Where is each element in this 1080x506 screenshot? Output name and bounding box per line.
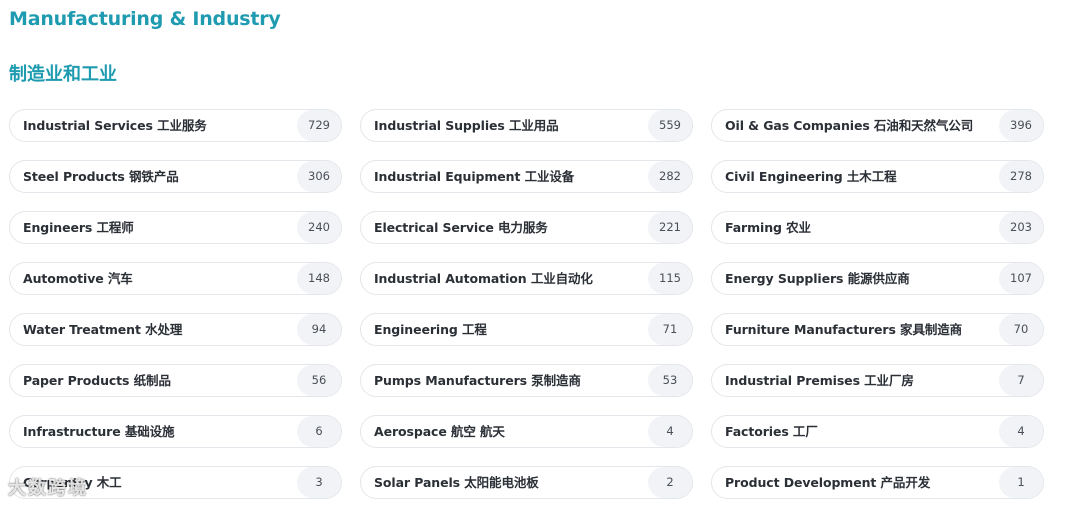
category-pill[interactable]: Furniture Manufacturers 家具制造商 70 [711, 313, 1044, 346]
category-count-badge: 6 [297, 416, 341, 447]
category-label: Engineering 工程 [374, 322, 487, 337]
category-pill[interactable]: Pumps Manufacturers 泵制造商 53 [360, 364, 693, 397]
category-label: Paper Products 纸制品 [23, 373, 171, 388]
category-count-badge: 4 [648, 416, 692, 447]
section-title-chinese: 制造业和工业 [9, 64, 117, 85]
category-label: Product Development 产品开发 [725, 475, 931, 490]
category-pill[interactable]: Engineering 工程 71 [360, 313, 693, 346]
category-count-badge: 240 [297, 212, 341, 243]
category-count-badge: 2 [648, 467, 692, 498]
category-count-badge: 278 [999, 161, 1043, 192]
category-count-badge: 71 [648, 314, 692, 345]
category-pill[interactable]: Factories 工厂 4 [711, 415, 1044, 448]
category-count-badge: 7 [999, 365, 1043, 396]
category-count-badge: 4 [999, 416, 1043, 447]
category-label: Solar Panels 太阳能电池板 [374, 475, 539, 490]
category-count-badge: 306 [297, 161, 341, 192]
category-count-badge: 56 [297, 365, 341, 396]
category-pill[interactable]: Energy Suppliers 能源供应商 107 [711, 262, 1044, 295]
category-pill[interactable]: Electrical Service 电力服务 221 [360, 211, 693, 244]
category-label: Industrial Supplies 工业用品 [374, 118, 559, 133]
category-pill[interactable]: Oil & Gas Companies 石油和天然气公司 396 [711, 109, 1044, 142]
category-label: Furniture Manufacturers 家具制造商 [725, 322, 963, 337]
category-count-badge: 282 [648, 161, 692, 192]
page: Manufacturing & Industry 制造业和工业 Industri… [0, 0, 1080, 506]
category-label: Oil & Gas Companies 石油和天然气公司 [725, 118, 974, 133]
category-count-badge: 1 [999, 467, 1043, 498]
category-count-badge: 115 [648, 263, 692, 294]
category-label: Civil Engineering 土木工程 [725, 169, 897, 184]
category-count-badge: 729 [297, 110, 341, 141]
category-count-badge: 94 [297, 314, 341, 345]
category-label: Industrial Equipment 工业设备 [374, 169, 575, 184]
category-label: Infrastructure 基础设施 [23, 424, 175, 439]
category-pill[interactable]: Solar Panels 太阳能电池板 2 [360, 466, 693, 499]
category-count-badge: 3 [297, 467, 341, 498]
category-count-badge: 107 [999, 263, 1043, 294]
category-pill[interactable]: Farming 农业 203 [711, 211, 1044, 244]
category-label: Energy Suppliers 能源供应商 [725, 271, 910, 286]
category-label: Industrial Services 工业服务 [23, 118, 207, 133]
category-label: Aerospace 航空 航天 [374, 424, 505, 439]
category-pill[interactable]: Automotive 汽车 148 [9, 262, 342, 295]
category-pill[interactable]: Industrial Equipment 工业设备 282 [360, 160, 693, 193]
category-pill[interactable]: Industrial Automation 工业自动化 115 [360, 262, 693, 295]
category-pill[interactable]: Civil Engineering 土木工程 278 [711, 160, 1044, 193]
category-count-badge: 148 [297, 263, 341, 294]
category-label: Automotive 汽车 [23, 271, 133, 286]
category-label: Engineers 工程师 [23, 220, 134, 235]
category-pill[interactable]: Engineers 工程师 240 [9, 211, 342, 244]
category-pill[interactable]: Steel Products 钢铁产品 306 [9, 160, 342, 193]
category-count-badge: 396 [999, 110, 1043, 141]
category-grid: Industrial Services 工业服务 729 Industrial S… [9, 109, 1044, 499]
category-label: Pumps Manufacturers 泵制造商 [374, 373, 581, 388]
category-pill[interactable]: Product Development 产品开发 1 [711, 466, 1044, 499]
category-label: Farming 农业 [725, 220, 811, 235]
category-label: Carpentry 木工 [23, 475, 122, 490]
category-count-badge: 70 [999, 314, 1043, 345]
category-label: Industrial Premises 工业厂房 [725, 373, 914, 388]
category-label: Water Treatment 水处理 [23, 322, 183, 337]
category-label: Industrial Automation 工业自动化 [374, 271, 593, 286]
section-title-english: Manufacturing & Industry [9, 8, 281, 30]
category-count-badge: 221 [648, 212, 692, 243]
category-count-badge: 559 [648, 110, 692, 141]
category-count-badge: 53 [648, 365, 692, 396]
category-pill[interactable]: Water Treatment 水处理 94 [9, 313, 342, 346]
category-pill[interactable]: Carpentry 木工 3 [9, 466, 342, 499]
category-pill[interactable]: Paper Products 纸制品 56 [9, 364, 342, 397]
category-pill[interactable]: Industrial Premises 工业厂房 7 [711, 364, 1044, 397]
category-label: Electrical Service 电力服务 [374, 220, 548, 235]
category-pill[interactable]: Infrastructure 基础设施 6 [9, 415, 342, 448]
category-label: Factories 工厂 [725, 424, 818, 439]
category-label: Steel Products 钢铁产品 [23, 169, 179, 184]
category-pill[interactable]: Industrial Services 工业服务 729 [9, 109, 342, 142]
category-count-badge: 203 [999, 212, 1043, 243]
category-pill[interactable]: Industrial Supplies 工业用品 559 [360, 109, 693, 142]
category-pill[interactable]: Aerospace 航空 航天 4 [360, 415, 693, 448]
